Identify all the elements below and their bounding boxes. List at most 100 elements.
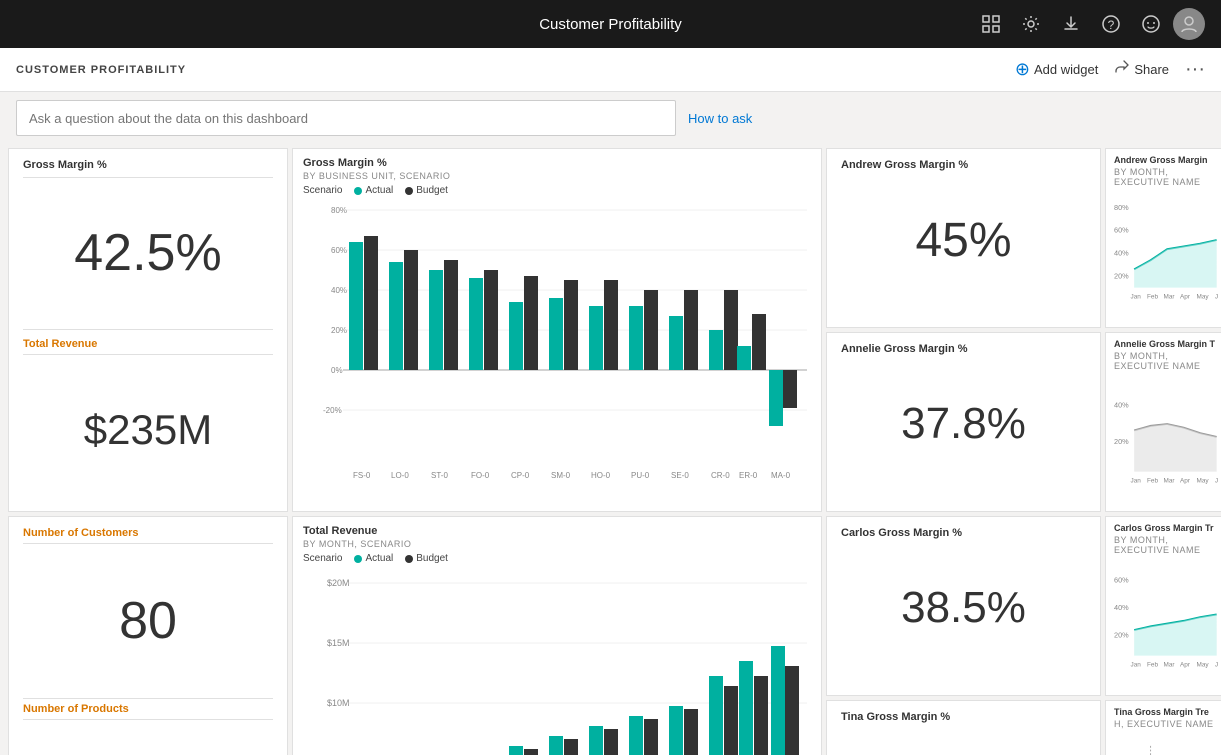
svg-text:Jan: Jan bbox=[1131, 662, 1142, 669]
andrew-trend-title: Andrew Gross Margin bbox=[1114, 155, 1221, 165]
gm-chart-subtitle: BY BUSINESS UNIT, SCENARIO bbox=[303, 171, 811, 181]
andrew-gm-title: Andrew Gross Margin % bbox=[841, 159, 1086, 171]
svg-text:20%: 20% bbox=[331, 326, 347, 335]
actual-dot bbox=[354, 187, 362, 195]
actual-label: Actual bbox=[365, 185, 393, 196]
carlos-trend-subtitle: BY MONTH, EXECUTIVE NAME bbox=[1114, 535, 1221, 555]
svg-text:HO-0: HO-0 bbox=[591, 471, 611, 480]
svg-text:40%: 40% bbox=[1114, 401, 1129, 410]
add-icon: ⊕ bbox=[1015, 59, 1030, 80]
svg-text:?: ? bbox=[1108, 18, 1115, 32]
add-widget-button[interactable]: ⊕ Add widget bbox=[1015, 59, 1098, 80]
user-avatar[interactable] bbox=[1173, 8, 1205, 40]
gm-chart-title: Gross Margin % bbox=[303, 157, 811, 169]
scenario-label: Scenario bbox=[303, 185, 342, 196]
svg-text:$15M: $15M bbox=[327, 638, 350, 648]
total-revenue-title: Total Revenue bbox=[23, 338, 273, 350]
how-to-ask-link[interactable]: How to ask bbox=[688, 111, 752, 126]
annelie-trend-card: Annelie Gross Margin T BY MONTH, EXECUTI… bbox=[1105, 332, 1221, 512]
num-customers-title: Number of Customers bbox=[23, 527, 273, 539]
revenue-chart-title: Total Revenue bbox=[303, 525, 811, 537]
andrew-gm-value: 45% bbox=[841, 173, 1086, 307]
svg-text:May: May bbox=[1197, 662, 1210, 669]
andrew-trend-subtitle: BY MONTH, EXECUTIVE NAME bbox=[1114, 167, 1221, 187]
qa-input[interactable] bbox=[16, 100, 676, 136]
annelie-gm-value: 37.8% bbox=[841, 357, 1086, 491]
download-icon[interactable] bbox=[1053, 6, 1089, 42]
svg-text:FO-0: FO-0 bbox=[471, 471, 490, 480]
revenue-budget-dot bbox=[405, 555, 413, 563]
help-icon[interactable]: ? bbox=[1093, 6, 1129, 42]
svg-text:80%: 80% bbox=[331, 206, 347, 215]
customers-products-card: Number of Customers 80 Number of Product… bbox=[8, 516, 288, 755]
svg-text:60%: 60% bbox=[1114, 575, 1129, 584]
revenue-legend: Scenario Actual Budget bbox=[303, 553, 811, 564]
revenue-scenario-label: Scenario bbox=[303, 553, 342, 564]
svg-text:20%: 20% bbox=[1114, 437, 1129, 446]
tina-gm-value bbox=[841, 725, 1086, 755]
svg-text:Mar: Mar bbox=[1164, 478, 1176, 485]
revenue-actual-label: Actual bbox=[365, 553, 393, 564]
svg-text:ER-0: ER-0 bbox=[739, 471, 758, 480]
svg-text:PU-0: PU-0 bbox=[631, 471, 650, 480]
svg-text:60%: 60% bbox=[1114, 226, 1129, 235]
svg-text:0%: 0% bbox=[331, 366, 343, 375]
tina-gm-card: Tina Gross Margin % bbox=[826, 700, 1101, 755]
annelie-gm-title: Annelie Gross Margin % bbox=[841, 343, 1086, 355]
share-icon bbox=[1114, 59, 1130, 80]
svg-text:Mar: Mar bbox=[1164, 294, 1176, 301]
carlos-trend-card: Carlos Gross Margin Tr BY MONTH, EXECUTI… bbox=[1105, 516, 1221, 696]
carlos-gm-value: 38.5% bbox=[841, 541, 1086, 675]
annelie-trend-chart: 40% 20% Jan Feb Mar Apr May J bbox=[1114, 375, 1221, 495]
more-options-icon[interactable]: ··· bbox=[1185, 58, 1205, 81]
svg-text:May: May bbox=[1197, 294, 1210, 301]
carlos-trend-chart: 60% 40% 20% Jan Feb Mar Apr May J bbox=[1114, 559, 1221, 679]
svg-text:CP-0: CP-0 bbox=[511, 471, 530, 480]
andrew-gm-card: Andrew Gross Margin % 45% bbox=[826, 148, 1101, 328]
revenue-chart-subtitle: BY MONTH, SCENARIO bbox=[303, 539, 811, 549]
sub-header: CUSTOMER PROFITABILITY ⊕ Add widget Shar… bbox=[0, 48, 1221, 92]
svg-text:Apr: Apr bbox=[1180, 294, 1191, 301]
tina-trend-title: Tina Gross Margin Tre bbox=[1114, 707, 1221, 717]
actual-legend-item: Actual bbox=[354, 185, 393, 196]
tina-trend-chart bbox=[1114, 733, 1221, 755]
header-actions: ⊕ Add widget Share ··· bbox=[1015, 58, 1205, 81]
annelie-trend-subtitle: BY MONTH, EXECUTIVE NAME bbox=[1114, 351, 1221, 371]
top-navigation-bar: Customer Profitability ? bbox=[0, 0, 1221, 48]
svg-text:Apr: Apr bbox=[1180, 662, 1191, 669]
svg-text:FS-0: FS-0 bbox=[353, 471, 371, 480]
svg-text:SM-0: SM-0 bbox=[551, 471, 571, 480]
carlos-trend-title: Carlos Gross Margin Tr bbox=[1114, 523, 1221, 533]
revenue-actual-dot bbox=[354, 555, 362, 563]
svg-text:20%: 20% bbox=[1114, 272, 1129, 281]
svg-text:Jan: Jan bbox=[1131, 478, 1142, 485]
focus-mode-icon[interactable] bbox=[973, 6, 1009, 42]
svg-text:$20M: $20M bbox=[327, 578, 350, 588]
svg-text:J: J bbox=[1215, 662, 1218, 669]
budget-dot bbox=[405, 187, 413, 195]
share-button[interactable]: Share bbox=[1114, 59, 1169, 80]
svg-text:LO-0: LO-0 bbox=[391, 471, 409, 480]
budget-legend-item: Budget bbox=[405, 185, 448, 196]
svg-text:J: J bbox=[1215, 478, 1218, 485]
page-title: CUSTOMER PROFITABILITY bbox=[16, 64, 186, 76]
svg-text:40%: 40% bbox=[1114, 249, 1129, 258]
feedback-icon[interactable] bbox=[1133, 6, 1169, 42]
svg-text:Feb: Feb bbox=[1147, 478, 1158, 485]
gm-bar-chart: 80% 60% 40% 20% 0% -20% bbox=[303, 198, 811, 488]
gross-margin-value: 42.5% bbox=[23, 182, 273, 325]
num-products-title: Number of Products bbox=[23, 703, 273, 715]
svg-text:Feb: Feb bbox=[1147, 294, 1158, 301]
svg-text:$10M: $10M bbox=[327, 698, 350, 708]
annelie-trend-title: Annelie Gross Margin T bbox=[1114, 339, 1221, 349]
svg-text:80%: 80% bbox=[1114, 203, 1129, 212]
settings-icon[interactable] bbox=[1013, 6, 1049, 42]
num-customers-value: 80 bbox=[23, 548, 273, 694]
revenue-bar-chart: $20M $15M $10M bbox=[303, 566, 811, 755]
add-widget-label: Add widget bbox=[1034, 62, 1098, 77]
qa-bar: How to ask bbox=[0, 92, 1221, 144]
andrew-trend-chart: 80% 60% 40% 20% Jan Feb Mar Apr May J bbox=[1114, 191, 1221, 311]
gm-chart-legend: Scenario Actual Budget bbox=[303, 185, 811, 196]
svg-text:Mar: Mar bbox=[1164, 662, 1176, 669]
revenue-actual-legend: Actual bbox=[354, 553, 393, 564]
